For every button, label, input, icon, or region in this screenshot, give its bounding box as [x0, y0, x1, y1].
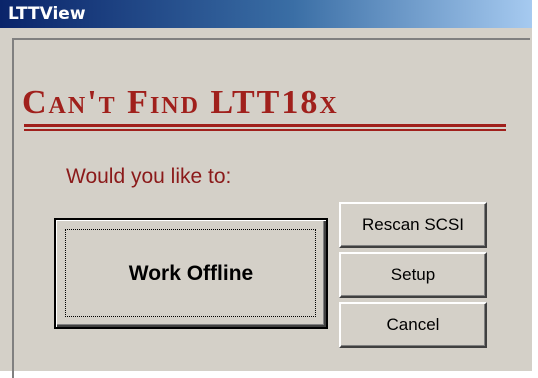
work-offline-label: Work Offline	[128, 261, 254, 285]
setup-label: Setup	[390, 265, 436, 284]
cancel-button[interactable]: Cancel	[339, 302, 487, 348]
heading-underline-secondary	[24, 129, 506, 131]
rescan-scsi-label: Rescan SCSI	[361, 215, 465, 234]
rescan-scsi-button[interactable]: Rescan SCSI	[339, 202, 487, 248]
cancel-label: Cancel	[386, 315, 440, 334]
heading-underline	[24, 124, 506, 127]
work-offline-button[interactable]: Work Offline	[54, 218, 328, 329]
setup-button[interactable]: Setup	[339, 252, 487, 298]
window-title: LTTView	[8, 4, 86, 24]
prompt-text: Would you like to:	[66, 165, 232, 188]
dialog-window: LTTView Can't Find LTT18x Would you like…	[0, 0, 532, 378]
title-bar[interactable]: LTTView	[0, 0, 532, 28]
error-heading: Can't Find LTT18x	[22, 84, 339, 121]
